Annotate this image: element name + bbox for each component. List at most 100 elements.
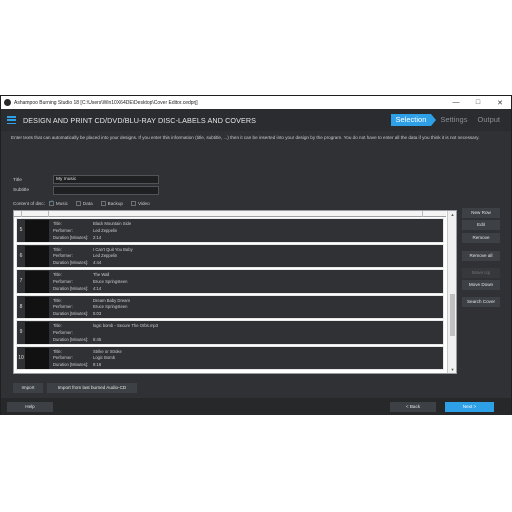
back-button[interactable]: < Back bbox=[390, 402, 436, 412]
window-title: Ashampoo Burning Studio 18 [C:\Users\Win… bbox=[14, 99, 198, 106]
data-checkbox[interactable]: Data bbox=[75, 201, 93, 206]
title-key: Title: bbox=[53, 348, 62, 354]
music-label: Music bbox=[55, 201, 68, 206]
import-button[interactable]: Import bbox=[13, 383, 43, 393]
table-row[interactable]: 7 Title: Performer: Duration [Minutes]: The … bbox=[16, 269, 444, 294]
remove-button[interactable]: Remove bbox=[462, 233, 500, 243]
track-performer: Led Zeppelin bbox=[93, 227, 118, 233]
header-bar: DESIGN AND PRINT CD/DVD/BLU-RAY DISC-LAB… bbox=[1, 109, 511, 131]
performer-key: Performer: bbox=[53, 329, 73, 335]
video-checkbox[interactable]: Video bbox=[130, 201, 150, 206]
track-performer: Bruce Springsteen bbox=[93, 278, 128, 284]
track-field-values: logic bomb - Secure The Orbs.mp3 8:45 bbox=[93, 323, 158, 343]
track-field-labels: Title: Performer: Duration [Minutes]: bbox=[53, 298, 88, 318]
track-list[interactable]: 5 Title: Performer: Duration [Minutes]: Blac… bbox=[13, 210, 457, 374]
table-row[interactable]: 5 Title: Performer: Duration [Minutes]: Blac… bbox=[16, 218, 444, 243]
scroll-down-icon[interactable]: ▼ bbox=[448, 366, 457, 373]
track-performer: Logic Bomb bbox=[93, 355, 116, 361]
edit-button[interactable]: Edit bbox=[462, 220, 500, 230]
scroll-thumb[interactable] bbox=[449, 294, 455, 336]
minimize-button[interactable]: — bbox=[445, 99, 467, 106]
track-field-values: Strike or Stroke Logic Bomb 8:18 bbox=[93, 349, 122, 369]
title-key: Title: bbox=[53, 297, 62, 303]
step-selection: Selection bbox=[390, 114, 437, 126]
app-logo-icon bbox=[4, 99, 11, 106]
track-field-values: Dream Baby Dream Bruce Springsteen 5:03 bbox=[93, 298, 130, 318]
title-input[interactable]: My music bbox=[53, 175, 159, 184]
wizard-steps: Selection Settings Output bbox=[390, 114, 505, 126]
track-field-labels: Title: Performer: Duration [Minutes]: bbox=[53, 272, 88, 292]
track-number: 5 bbox=[19, 227, 23, 234]
title-bar: Ashampoo Burning Studio 18 [C:\Users\Win… bbox=[1, 96, 511, 109]
track-rows: 5 Title: Performer: Duration [Minutes]: Blac… bbox=[14, 217, 446, 370]
performer-key: Performer: bbox=[53, 355, 73, 361]
content-of-disc: Content of disc: Music Data Backup Video bbox=[13, 199, 158, 206]
duration-key: Duration [Minutes]: bbox=[53, 336, 89, 342]
duration-key: Duration [Minutes]: bbox=[53, 362, 89, 368]
duration-key: Duration [Minutes]: bbox=[53, 311, 89, 317]
remove-all-button[interactable]: Remove all bbox=[462, 251, 500, 261]
menu-icon[interactable] bbox=[7, 116, 16, 124]
table-row[interactable]: 10 Title: Performer: Duration [Minutes]: Str… bbox=[16, 345, 444, 370]
title-key: Title: bbox=[53, 246, 62, 252]
table-row[interactable]: 8 Title: Performer: Duration [Minutes]: Drea… bbox=[16, 294, 444, 319]
subtitle-input[interactable] bbox=[53, 186, 159, 195]
track-duration: 4:44 bbox=[93, 260, 102, 266]
track-title: I Can't Quit You Baby bbox=[93, 246, 133, 252]
import-last-cd-button[interactable]: Import from last burned Audio-CD bbox=[47, 383, 137, 393]
move-up-button[interactable]: Move Up bbox=[462, 268, 500, 278]
track-duration: 2:14 bbox=[93, 234, 102, 240]
track-field-labels: Title: Performer: Duration [Minutes]: bbox=[53, 323, 88, 343]
track-field-values: The Wall Bruce Springsteen 4:14 bbox=[93, 272, 127, 292]
next-button[interactable]: Next > bbox=[445, 402, 494, 412]
performer-key: Performer: bbox=[53, 304, 73, 310]
content-label: Content of disc: bbox=[13, 201, 45, 206]
table-row[interactable]: 6 Title: Performer: Duration [Minutes]: I Ca… bbox=[16, 243, 444, 268]
track-title: logic bomb - Secure The Orbs.mp3 bbox=[93, 323, 159, 328]
page-title: DESIGN AND PRINT CD/DVD/BLU-RAY DISC-LAB… bbox=[23, 115, 257, 125]
step-settings: Settings bbox=[440, 115, 468, 124]
backup-checkbox[interactable]: Backup bbox=[100, 201, 123, 206]
track-number: 9 bbox=[19, 329, 23, 336]
close-button[interactable]: ✕ bbox=[489, 99, 511, 107]
album-cover-image bbox=[25, 220, 49, 242]
album-cover-image bbox=[25, 296, 49, 318]
maximize-button[interactable]: □ bbox=[467, 99, 489, 106]
help-button[interactable]: Help bbox=[7, 402, 53, 412]
title-key: Title: bbox=[53, 221, 62, 226]
album-cover-image bbox=[25, 347, 49, 369]
title-label: Title bbox=[13, 178, 22, 183]
performer-key: Performer: bbox=[53, 278, 73, 284]
track-field-values: I Can't Quit You Baby Led Zeppelin 4:44 bbox=[93, 247, 133, 267]
track-number: 8 bbox=[19, 303, 23, 310]
track-performer: Bruce Springsteen bbox=[93, 304, 128, 310]
track-duration: 4:14 bbox=[93, 285, 102, 291]
album-cover-image bbox=[25, 322, 49, 344]
duration-key: Duration [Minutes]: bbox=[53, 234, 89, 240]
new-row-button[interactable]: New Row bbox=[462, 208, 500, 218]
track-field-labels: Title: Performer: Duration [Minutes]: bbox=[53, 221, 88, 241]
data-label: Data bbox=[82, 201, 93, 206]
move-down-button[interactable]: Move Down bbox=[462, 280, 500, 290]
search-cover-button[interactable]: Search Cover bbox=[462, 297, 500, 307]
duration-key: Duration [Minutes]: bbox=[53, 285, 89, 291]
album-cover-image bbox=[25, 245, 49, 267]
track-performer: Led Zeppelin bbox=[93, 253, 118, 259]
album-cover-image bbox=[25, 271, 49, 293]
track-duration: 5:03 bbox=[93, 311, 102, 317]
step-output: Output bbox=[477, 115, 500, 124]
track-field-values: Black Mountain Side Led Zeppelin 2:14 bbox=[93, 221, 131, 241]
intro-text: Enter texts that can automatically be pl… bbox=[11, 135, 480, 140]
subtitle-label: Subtitle bbox=[13, 188, 29, 193]
video-label: Video bbox=[137, 201, 150, 206]
track-performer bbox=[93, 330, 158, 337]
list-scrollbar[interactable]: ▲ ▼ bbox=[447, 211, 456, 373]
track-title: Dream Baby Dream bbox=[93, 297, 131, 303]
table-row[interactable]: 9 Title: Performer: Duration [Minutes]: logi… bbox=[16, 320, 444, 345]
scroll-up-icon[interactable]: ▲ bbox=[448, 211, 457, 218]
performer-key: Performer: bbox=[53, 227, 73, 233]
track-title: Strike or Stroke bbox=[93, 348, 122, 354]
track-title: The Wall bbox=[93, 272, 110, 277]
track-field-labels: Title: Performer: Duration [Minutes]: bbox=[53, 247, 88, 267]
music-checkbox[interactable]: Music bbox=[48, 199, 68, 206]
